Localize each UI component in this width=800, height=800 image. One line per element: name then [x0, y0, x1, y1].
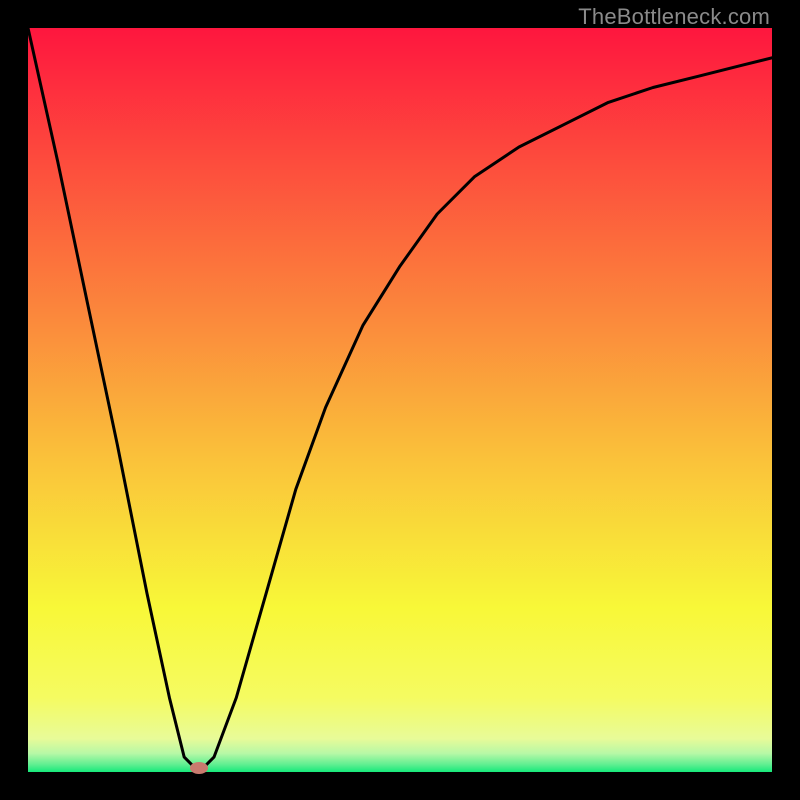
plot-area [28, 28, 772, 772]
data-curve [28, 28, 772, 772]
watermark-text: TheBottleneck.com [578, 4, 770, 30]
min-marker [190, 762, 208, 774]
curve-layer [28, 28, 772, 772]
